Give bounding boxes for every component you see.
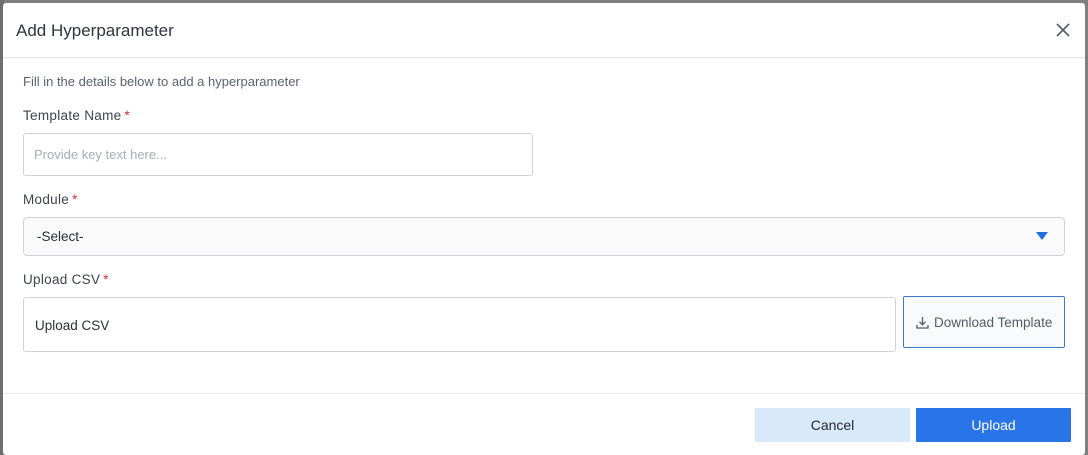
download-template-button[interactable]: Download Template: [903, 296, 1065, 348]
template-name-input[interactable]: [23, 133, 533, 176]
module-select[interactable]: -Select-: [23, 217, 1065, 256]
download-icon: [916, 317, 929, 329]
required-mark: *: [72, 192, 78, 207]
module-label: Module *: [23, 192, 78, 207]
required-mark: *: [124, 108, 131, 123]
close-icon: [1056, 23, 1070, 37]
dialog-title: Add Hyperparameter: [16, 21, 174, 40]
required-mark: *: [103, 272, 109, 287]
upload-csv-box-text: Upload CSV: [35, 318, 110, 333]
upload-csv-label-text: Upload CSV: [23, 272, 101, 287]
dialog-subtitle: Fill in the details below to add a hyper…: [23, 74, 300, 89]
template-name-label: Template Name *: [23, 108, 130, 123]
module-selected-value: -Select-: [37, 229, 84, 244]
upload-csv-dropzone[interactable]: Upload CSV: [23, 297, 896, 352]
cancel-button[interactable]: Cancel: [755, 408, 910, 442]
dialog-header: Add Hyperparameter: [3, 3, 1085, 58]
add-hyperparameter-dialog: Add Hyperparameter Fill in the details b…: [3, 3, 1085, 455]
upload-csv-label: Upload CSV *: [23, 272, 109, 287]
dialog-footer: Cancel Upload: [3, 393, 1085, 455]
close-button[interactable]: [1053, 20, 1073, 40]
upload-button[interactable]: Upload: [916, 408, 1071, 442]
template-name-label-text: Template Name: [23, 108, 122, 123]
caret-down-icon: [1036, 232, 1048, 240]
module-label-text: Module: [23, 192, 70, 207]
download-template-label: Download Template: [934, 315, 1053, 330]
